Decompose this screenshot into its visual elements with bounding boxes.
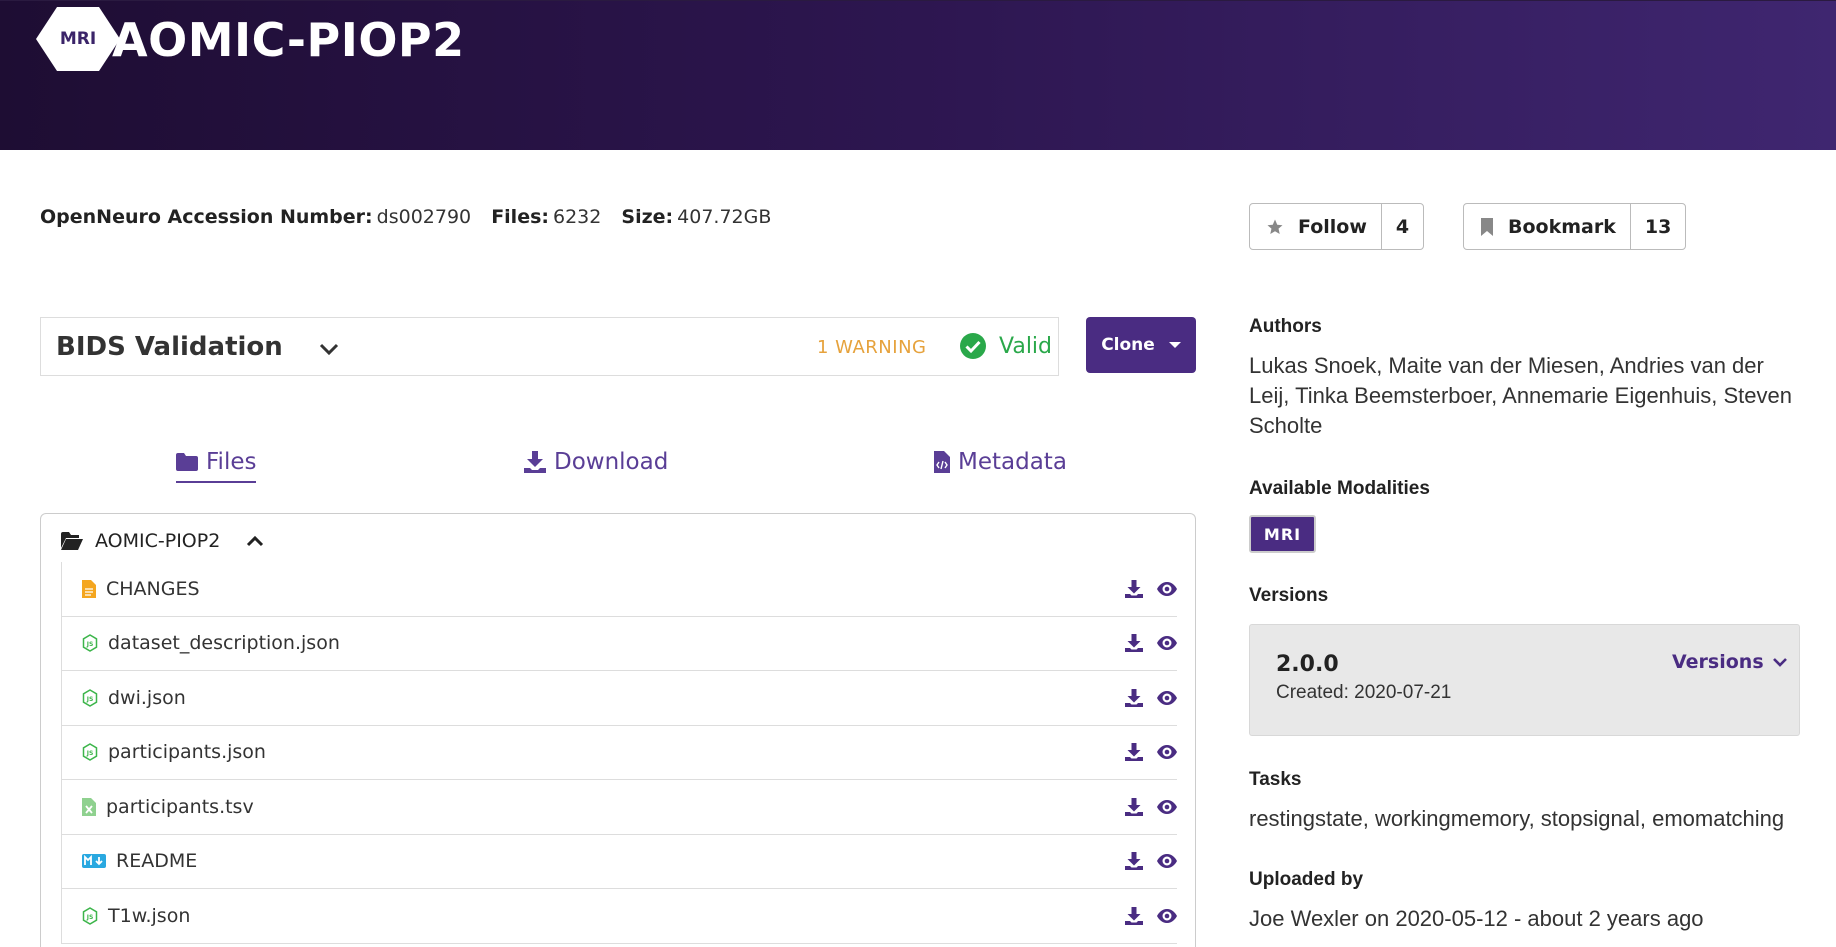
- clone-button[interactable]: Clone: [1086, 317, 1196, 373]
- file-name[interactable]: dataset_description.json: [108, 632, 340, 654]
- file-name[interactable]: participants.json: [108, 741, 266, 763]
- logo-text: MRI: [59, 29, 97, 49]
- svg-text:JS: JS: [86, 750, 94, 757]
- file-name[interactable]: dwi.json: [108, 687, 186, 709]
- eye-icon[interactable]: [1157, 636, 1177, 651]
- json-file-icon: JS: [82, 906, 98, 925]
- download-icon[interactable]: [1125, 743, 1143, 762]
- accession-label: OpenNeuro Accession Number:: [40, 206, 373, 228]
- uploaded-heading: Uploaded by: [1249, 869, 1364, 890]
- download-icon[interactable]: [1125, 634, 1143, 653]
- markdown-file-icon: [82, 854, 106, 869]
- file-name[interactable]: CHANGES: [106, 578, 200, 600]
- list-item[interactable]: README: [62, 835, 1177, 889]
- file-name[interactable]: participants.tsv: [106, 796, 254, 818]
- caret-down-icon: [1168, 342, 1181, 348]
- authors-heading: Authors: [1249, 316, 1322, 337]
- tasks-text: restingstate, workingmemory, stopsignal,…: [1249, 806, 1785, 831]
- modality-logo: MRI: [36, 7, 120, 71]
- star-icon: [1267, 219, 1283, 234]
- size-label: Size:: [621, 206, 674, 228]
- dataset-header: MRI AOMIC-PIOP2: [0, 0, 1836, 150]
- file-tree: AOMIC-PIOP2 CHANGES JS dataset_descripti…: [40, 513, 1196, 947]
- folder-open-icon: [61, 532, 83, 550]
- tab-download[interactable]: Download: [524, 449, 668, 481]
- root-folder-row[interactable]: AOMIC-PIOP2: [61, 530, 264, 552]
- authors-text: Lukas Snoek, Maite van der Miesen, Andri…: [1249, 353, 1792, 438]
- download-icon: [524, 451, 546, 473]
- tab-download-label: Download: [554, 449, 669, 475]
- list-item[interactable]: JS dataset_description.json: [62, 617, 1177, 671]
- follow-label: Follow: [1298, 215, 1367, 238]
- file-name[interactable]: T1w.json: [108, 905, 190, 927]
- versions-heading: Versions: [1249, 585, 1329, 606]
- eye-icon[interactable]: [1157, 745, 1177, 760]
- chevron-up-icon[interactable]: [246, 535, 264, 547]
- valid-label: Valid: [999, 333, 1053, 359]
- list-item[interactable]: JS participants.json: [62, 726, 1177, 780]
- clone-label: Clone: [1101, 335, 1155, 355]
- follow-button[interactable]: Follow 4: [1249, 203, 1425, 250]
- root-folder-name: AOMIC-PIOP2: [95, 530, 221, 552]
- json-file-icon: JS: [82, 688, 98, 707]
- tab-metadata-label: Metadata: [958, 449, 1067, 475]
- tab-files-label: Files: [206, 449, 257, 475]
- bids-validation-panel[interactable]: BIDS Validation 1 WARNING Valid: [40, 317, 1059, 376]
- list-item[interactable]: participants.tsv: [62, 780, 1177, 835]
- bookmark-icon: [1481, 217, 1493, 236]
- list-item[interactable]: JS dwi.json: [62, 671, 1177, 726]
- bids-validation-title: BIDS Validation: [56, 331, 283, 362]
- tab-files[interactable]: Files: [176, 449, 257, 483]
- download-icon[interactable]: [1125, 688, 1143, 707]
- list-item[interactable]: JS T1w.json: [62, 889, 1177, 944]
- download-icon[interactable]: [1125, 797, 1143, 816]
- chevron-down-icon[interactable]: [319, 342, 339, 356]
- accession-value: ds002790: [376, 206, 472, 228]
- modality-badge[interactable]: MRI: [1249, 515, 1316, 553]
- versions-dropdown[interactable]: Versions: [1672, 651, 1788, 673]
- validation-status: Valid: [959, 332, 1052, 360]
- file-name[interactable]: README: [116, 850, 197, 872]
- json-file-icon: JS: [82, 634, 98, 653]
- eye-icon[interactable]: [1157, 581, 1177, 596]
- bookmark-count: 13: [1629, 204, 1685, 249]
- json-file-icon: JS: [82, 743, 98, 762]
- download-icon[interactable]: [1125, 906, 1143, 925]
- code-file-icon: [934, 451, 950, 473]
- version-created: Created: 2020-07-21: [1276, 682, 1452, 703]
- svg-text:JS: JS: [86, 696, 94, 703]
- eye-icon[interactable]: [1157, 854, 1177, 869]
- files-label: Files:: [491, 206, 549, 228]
- check-circle-icon: [960, 333, 986, 359]
- modalities-heading: Available Modalities: [1249, 478, 1430, 499]
- file-list: CHANGES JS dataset_description.json JS d…: [61, 562, 1177, 944]
- download-icon[interactable]: [1125, 579, 1143, 598]
- follow-count: 4: [1380, 204, 1423, 249]
- text-file-icon: [82, 579, 96, 598]
- versions-dropdown-label: Versions: [1672, 651, 1764, 673]
- svg-text:JS: JS: [86, 641, 94, 648]
- spreadsheet-file-icon: [82, 797, 96, 816]
- versions-panel: 2.0.0 Created: 2020-07-21 Versions: [1249, 624, 1800, 736]
- folder-icon: [176, 453, 198, 471]
- size-value: 407.72GB: [677, 206, 772, 228]
- dataset-title: AOMIC-PIOP2: [112, 13, 465, 67]
- files-value: 6232: [553, 206, 602, 228]
- bookmark-label: Bookmark: [1508, 215, 1616, 238]
- chevron-down-icon: [1772, 657, 1787, 667]
- eye-icon[interactable]: [1157, 799, 1177, 814]
- tasks-heading: Tasks: [1249, 769, 1302, 790]
- uploaded-text: Joe Wexler on 2020-05-12 - about 2 years…: [1249, 906, 1704, 931]
- eye-icon[interactable]: [1157, 908, 1177, 923]
- version-number: 2.0.0: [1276, 652, 1339, 677]
- warning-count[interactable]: 1 WARNING: [817, 337, 927, 358]
- download-icon[interactable]: [1125, 852, 1143, 871]
- bookmark-button[interactable]: Bookmark 13: [1463, 203, 1687, 250]
- svg-text:JS: JS: [86, 914, 94, 921]
- dataset-meta: OpenNeuro Accession Number: ds002790 File…: [40, 206, 785, 228]
- tab-metadata[interactable]: Metadata: [934, 449, 1067, 481]
- eye-icon[interactable]: [1157, 690, 1177, 705]
- list-item[interactable]: CHANGES: [62, 562, 1177, 617]
